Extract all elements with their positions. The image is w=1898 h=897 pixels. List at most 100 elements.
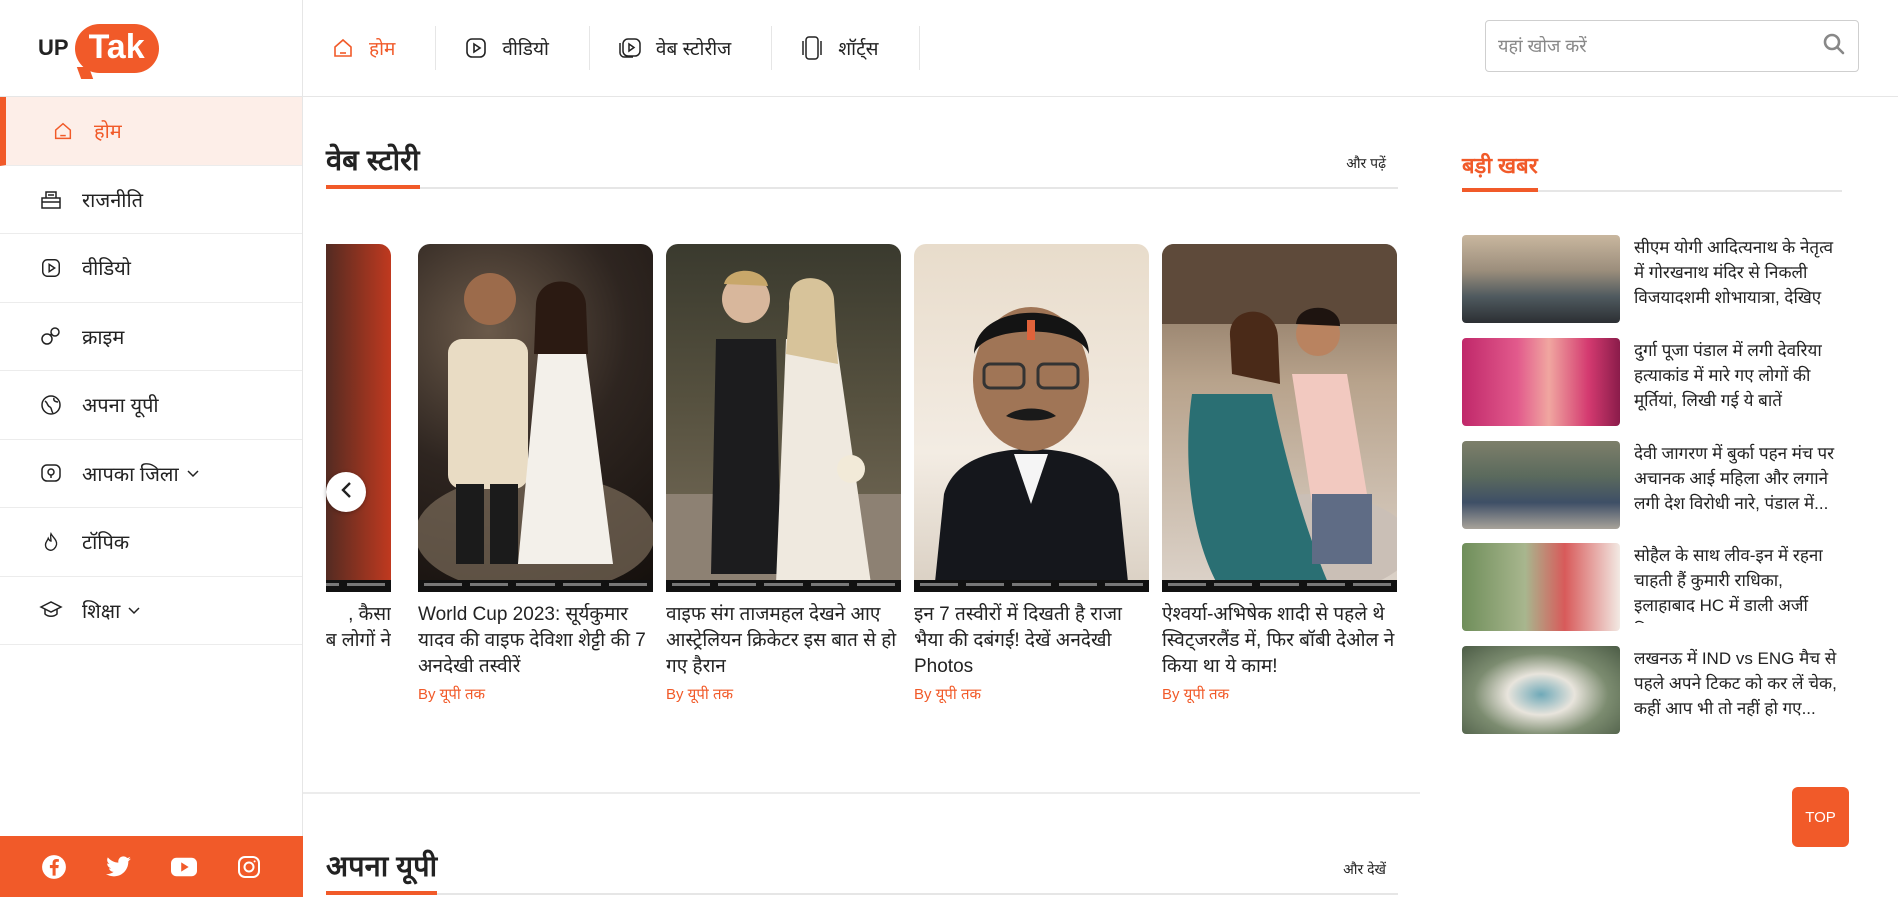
scroll-top-button[interactable]: TOP bbox=[1792, 787, 1849, 847]
story-card[interactable]: ऐश्वर्या-अभिषेक शादी से पहले थे स्विट्जर… bbox=[1162, 244, 1397, 704]
tab-shorts[interactable]: शॉर्ट्स bbox=[772, 26, 920, 70]
chevron-down-icon bbox=[128, 603, 140, 618]
news-thumbnail bbox=[1462, 441, 1620, 529]
sidebar-item-label: शिक्षा bbox=[82, 600, 121, 623]
news-thumbnail bbox=[1462, 543, 1620, 631]
story-title: वाइफ संग ताजमहल देखने आए आस्ट्रेलियन क्र… bbox=[666, 604, 897, 677]
social-bar bbox=[0, 836, 303, 897]
home-icon bbox=[50, 118, 76, 144]
chevron-left-icon bbox=[340, 481, 352, 504]
story-image bbox=[418, 244, 653, 592]
facebook-icon[interactable] bbox=[41, 854, 67, 880]
home-icon bbox=[329, 34, 357, 62]
story-card-partial[interactable]: , कैसा ब लोगों ने bbox=[326, 244, 391, 680]
search-box bbox=[1485, 20, 1859, 72]
section-title: बड़ी खबर bbox=[1462, 150, 1538, 192]
sidebar-item-label: आपका जिला bbox=[82, 463, 179, 486]
story-progress bbox=[418, 580, 653, 592]
globe-icon bbox=[38, 392, 64, 418]
sidebar-item-crime[interactable]: क्राइम bbox=[0, 303, 302, 371]
youtube-icon[interactable] bbox=[170, 854, 197, 880]
sidebar-item-video[interactable]: वीडियो bbox=[0, 234, 302, 303]
news-thumbnail bbox=[1462, 235, 1620, 323]
news-thumbnail bbox=[1462, 646, 1620, 734]
top-nav: होम वीडियो वेब स्टोरीज शॉर्ट्स bbox=[303, 0, 1898, 97]
sidebar-item-label: टॉपिक bbox=[82, 532, 130, 555]
tab-label: होम bbox=[369, 39, 396, 60]
story-byline[interactable]: By यूपी तक bbox=[666, 684, 901, 704]
story-progress bbox=[666, 580, 901, 592]
tab-home[interactable]: होम bbox=[303, 26, 437, 70]
sidebar-item-education[interactable]: शिक्षा bbox=[0, 577, 302, 645]
news-headline: दुर्गा पूजा पंडाल में लगी देवरिया हत्याक… bbox=[1634, 341, 1822, 410]
story-title: ऐश्वर्या-अभिषेक शादी से पहले थे स्विट्जर… bbox=[1162, 604, 1395, 677]
story-image bbox=[914, 244, 1149, 592]
news-item[interactable]: देवी जागरण में बुर्का पहन मंच पर अचानक आ… bbox=[1462, 441, 1842, 529]
section-divider bbox=[303, 792, 1420, 794]
flame-icon bbox=[38, 529, 64, 555]
sidebar-item-label: अपना यूपी bbox=[82, 395, 159, 418]
tab-video[interactable]: वीडियो bbox=[436, 26, 590, 70]
story-byline[interactable]: By यूपी तक bbox=[1162, 684, 1397, 704]
story-progress bbox=[914, 580, 1149, 592]
apna-up-header: अपना यूपी और देखें bbox=[326, 846, 1398, 895]
chevron-down-icon bbox=[187, 466, 199, 481]
ballot-box-icon bbox=[38, 186, 64, 212]
page: UP Tak होम राजनीति वीडियो क्राइम अपना यू… bbox=[0, 0, 1898, 897]
sidebar-item-topic[interactable]: टॉपिक bbox=[0, 508, 302, 577]
story-title-line: , कैसा bbox=[348, 604, 391, 625]
story-image bbox=[1162, 244, 1397, 592]
sidebar: UP Tak होम राजनीति वीडियो क्राइम अपना यू… bbox=[0, 0, 303, 897]
logo-up: UP bbox=[38, 35, 69, 60]
search-icon[interactable] bbox=[1822, 32, 1846, 61]
top-news-header: बड़ी खबर bbox=[1462, 150, 1842, 192]
news-item[interactable]: दुर्गा पूजा पंडाल में लगी देवरिया हत्याक… bbox=[1462, 338, 1842, 426]
graduation-cap-icon bbox=[38, 597, 64, 623]
story-image bbox=[326, 244, 391, 592]
sidebar-item-district[interactable]: आपका जिला bbox=[0, 440, 302, 508]
instagram-icon[interactable] bbox=[236, 854, 262, 880]
news-item[interactable]: लखनऊ में IND vs ENG मैच से पहले अपने टिक… bbox=[1462, 646, 1842, 734]
sidebar-item-label: राजनीति bbox=[82, 189, 144, 212]
story-progress bbox=[326, 580, 391, 592]
story-byline[interactable]: By यूपी तक bbox=[418, 684, 653, 704]
tab-label: वेब स्टोरीज bbox=[655, 39, 732, 60]
tab-web-stories[interactable]: वेब स्टोरीज bbox=[590, 26, 773, 70]
news-thumbnail bbox=[1462, 338, 1620, 426]
web-stories-carousel: , कैसा ब लोगों ने World Cup 2023: सूर्यक… bbox=[326, 244, 1398, 734]
video-play-icon bbox=[462, 34, 490, 62]
sidebar-item-apna-up[interactable]: अपना यूपी bbox=[0, 371, 302, 440]
story-card[interactable]: वाइफ संग ताजमहल देखने आए आस्ट्रेलियन क्र… bbox=[666, 244, 901, 704]
news-headline: लखनऊ में IND vs ENG मैच से पहले अपने टिक… bbox=[1634, 649, 1837, 718]
logo[interactable]: UP Tak bbox=[0, 0, 302, 97]
search-input[interactable] bbox=[1498, 35, 1822, 57]
section-title: वेब स्टोरी bbox=[326, 140, 420, 189]
news-item[interactable]: सोहैल के साथ लीव-इन में रहना चाहती हैं क… bbox=[1462, 543, 1842, 631]
news-headline: देवी जागरण में बुर्का पहन मंच पर अचानक आ… bbox=[1634, 444, 1835, 513]
story-title: , कैसा ब लोगों ने bbox=[326, 602, 391, 680]
sidebar-item-label: क्राइम bbox=[82, 326, 125, 349]
story-card[interactable]: World Cup 2023: सूर्यकुमार यादव की वाइफ … bbox=[418, 244, 653, 704]
story-image bbox=[666, 244, 901, 592]
sidebar-item-politics[interactable]: राजनीति bbox=[0, 166, 302, 234]
news-item[interactable]: सीएम योगी आदित्यनाथ के नेतृत्व में गोरखन… bbox=[1462, 235, 1842, 323]
news-headline: सीएम योगी आदित्यनाथ के नेतृत्व में गोरखन… bbox=[1634, 238, 1834, 307]
story-card[interactable]: इन 7 तस्वीरों में दिखती है राजा भैया की … bbox=[914, 244, 1149, 704]
section-title: अपना यूपी bbox=[326, 846, 438, 895]
read-more-link[interactable]: और पढ़ें bbox=[1346, 154, 1398, 187]
twitter-icon[interactable] bbox=[106, 854, 132, 880]
sidebar-item-label: वीडियो bbox=[82, 258, 131, 281]
web-stories-header: वेब स्टोरी और पढ़ें bbox=[326, 140, 1398, 189]
story-title: इन 7 तस्वीरों में दिखती है राजा भैया की … bbox=[914, 604, 1122, 677]
sidebar-item-home[interactable]: होम bbox=[0, 97, 302, 166]
tab-label: शॉर्ट्स bbox=[838, 39, 879, 60]
carousel-prev-button[interactable] bbox=[326, 472, 366, 512]
tab-label: वीडियो bbox=[502, 39, 549, 60]
district-icon bbox=[38, 460, 64, 486]
see-more-link[interactable]: और देखें bbox=[1343, 860, 1398, 893]
news-headline: सोहैल के साथ लीव-इन में रहना चाहती हैं क… bbox=[1634, 546, 1823, 623]
story-title: World Cup 2023: सूर्यकुमार यादव की वाइफ … bbox=[418, 604, 646, 677]
story-byline[interactable]: By यूपी तक bbox=[914, 684, 1149, 704]
handcuffs-icon bbox=[38, 323, 64, 349]
story-progress bbox=[1162, 580, 1397, 592]
